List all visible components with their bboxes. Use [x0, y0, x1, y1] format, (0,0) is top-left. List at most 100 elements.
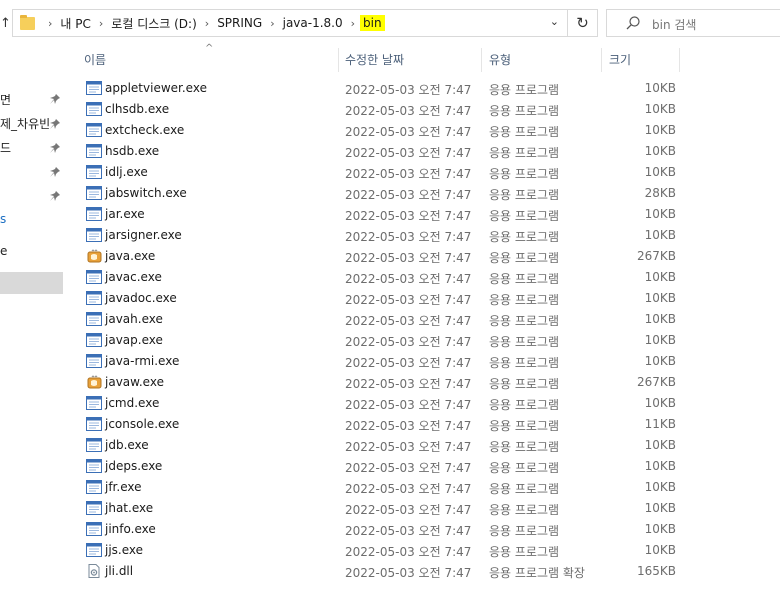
- file-date: 2022-05-03 오전 7:47: [345, 461, 472, 475]
- table-row[interactable]: jli.dll 2022-05-03 오전 7:47 응용 프로그램 확장 165KB: [0, 561, 780, 582]
- file-name: jabswitch.exe: [105, 186, 187, 200]
- file-name: javap.exe: [105, 333, 163, 347]
- table-row[interactable]: javaw.exe 2022-05-03 오전 7:47 응용 프로그램 267KB: [0, 372, 780, 393]
- table-row[interactable]: java.exe 2022-05-03 오전 7:47 응용 프로그램 267KB: [0, 246, 780, 267]
- file-date: 2022-05-03 오전 7:47: [345, 104, 472, 118]
- column-header: 이름 ^ 수정한 날짜 유형 크기: [78, 43, 780, 72]
- file-date: 2022-05-03 오전 7:47: [345, 440, 472, 454]
- chevron-right-icon[interactable]: ›: [94, 17, 108, 30]
- column-date[interactable]: 수정한 날짜: [345, 51, 404, 68]
- breadcrumb-java-1-8-0[interactable]: java-1.8.0: [280, 16, 346, 30]
- column-size[interactable]: 크기: [609, 51, 631, 68]
- file-type: 응용 프로그램: [489, 188, 560, 202]
- file-name: jfr.exe: [105, 480, 142, 494]
- file-size: 10KB: [644, 228, 676, 242]
- file-name: jjs.exe: [105, 543, 144, 557]
- file-type: 응용 프로그램: [489, 377, 560, 391]
- exe-window-icon: [86, 186, 102, 200]
- chevron-right-icon[interactable]: ›: [346, 17, 360, 30]
- file-type: 응용 프로그램: [489, 167, 560, 181]
- file-size: 10KB: [644, 291, 676, 305]
- file-name: jdb.exe: [105, 438, 149, 452]
- exe-window-icon: [86, 291, 102, 305]
- table-row[interactable]: jdb.exe 2022-05-03 오전 7:47 응용 프로그램 10KB: [0, 435, 780, 456]
- exe-window-icon: [86, 396, 102, 410]
- exe-window-icon: [86, 459, 102, 473]
- file-type: 응용 프로그램: [489, 125, 560, 139]
- chevron-right-icon[interactable]: ›: [265, 17, 279, 30]
- table-row[interactable]: javap.exe 2022-05-03 오전 7:47 응용 프로그램 10KB: [0, 330, 780, 351]
- breadcrumb-bin[interactable]: bin: [360, 15, 385, 31]
- exe-window-icon: [86, 438, 102, 452]
- exe-window-icon: [86, 144, 102, 158]
- file-type: 응용 프로그램: [489, 293, 560, 307]
- file-date: 2022-05-03 오전 7:47: [345, 419, 472, 433]
- table-row[interactable]: jcmd.exe 2022-05-03 오전 7:47 응용 프로그램 10KB: [0, 393, 780, 414]
- column-divider[interactable]: [481, 48, 482, 72]
- table-row[interactable]: javadoc.exe 2022-05-03 오전 7:47 응용 프로그램 10KB: [0, 288, 780, 309]
- file-type: 응용 프로그램: [489, 230, 560, 244]
- column-divider[interactable]: [679, 48, 680, 72]
- table-row[interactable]: idlj.exe 2022-05-03 오전 7:47 응용 프로그램 10KB: [0, 162, 780, 183]
- column-divider[interactable]: [338, 48, 339, 72]
- table-row[interactable]: jhat.exe 2022-05-03 오전 7:47 응용 프로그램 10KB: [0, 498, 780, 519]
- chevron-down-icon[interactable]: ⌄: [550, 15, 559, 28]
- file-name: javaw.exe: [105, 375, 164, 389]
- file-name: extcheck.exe: [105, 123, 185, 137]
- breadcrumb-spring[interactable]: SPRING: [214, 16, 265, 30]
- table-row[interactable]: jabswitch.exe 2022-05-03 오전 7:47 응용 프로그램 28…: [0, 183, 780, 204]
- file-size: 10KB: [644, 312, 676, 326]
- chevron-right-icon[interactable]: ›: [200, 17, 214, 30]
- table-row[interactable]: extcheck.exe 2022-05-03 오전 7:47 응용 프로그램 10K…: [0, 120, 780, 141]
- table-row[interactable]: javah.exe 2022-05-03 오전 7:47 응용 프로그램 10KB: [0, 309, 780, 330]
- file-name: clhsdb.exe: [105, 102, 170, 116]
- file-size: 10KB: [644, 102, 676, 116]
- refresh-button[interactable]: ↻: [568, 9, 598, 37]
- chevron-right-icon[interactable]: ›: [43, 17, 57, 30]
- table-row[interactable]: jar.exe 2022-05-03 오전 7:47 응용 프로그램 10KB: [0, 204, 780, 225]
- file-date: 2022-05-03 오전 7:47: [345, 83, 472, 97]
- table-row[interactable]: javac.exe 2022-05-03 오전 7:47 응용 프로그램 10KB: [0, 267, 780, 288]
- table-row[interactable]: jarsigner.exe 2022-05-03 오전 7:47 응용 프로그램 10…: [0, 225, 780, 246]
- table-row[interactable]: hsdb.exe 2022-05-03 오전 7:47 응용 프로그램 10KB: [0, 141, 780, 162]
- search-box[interactable]: bin 검색: [606, 9, 780, 37]
- table-row[interactable]: jinfo.exe 2022-05-03 오전 7:47 응용 프로그램 10KB: [0, 519, 780, 540]
- file-size: 267KB: [636, 249, 676, 263]
- file-date: 2022-05-03 오전 7:47: [345, 230, 472, 244]
- file-date: 2022-05-03 오전 7:47: [345, 314, 472, 328]
- table-row[interactable]: java-rmi.exe 2022-05-03 오전 7:47 응용 프로그램 10K…: [0, 351, 780, 372]
- column-type[interactable]: 유형: [489, 51, 511, 68]
- file-type: 응용 프로그램: [489, 419, 560, 433]
- table-row[interactable]: jjs.exe 2022-05-03 오전 7:47 응용 프로그램 10KB: [0, 540, 780, 561]
- exe-window-icon: [86, 102, 102, 116]
- file-date: 2022-05-03 오전 7:47: [345, 335, 472, 349]
- exe-window-icon: [86, 480, 102, 494]
- file-type: 응용 프로그램: [489, 440, 560, 454]
- up-arrow-icon[interactable]: ↑: [0, 16, 11, 31]
- folder-icon: [20, 15, 35, 30]
- file-name: jli.dll: [105, 564, 134, 578]
- table-row[interactable]: clhsdb.exe 2022-05-03 오전 7:47 응용 프로그램 10KB: [0, 99, 780, 120]
- refresh-icon: ↻: [576, 14, 589, 32]
- table-row[interactable]: jfr.exe 2022-05-03 오전 7:47 응용 프로그램 10KB: [0, 477, 780, 498]
- exe-window-icon: [86, 81, 102, 95]
- search-input[interactable]: bin 검색: [652, 16, 696, 33]
- column-divider[interactable]: [601, 48, 602, 72]
- file-name: jarsigner.exe: [105, 228, 182, 242]
- exe-window-icon: [86, 207, 102, 221]
- address-toolbar: ↑ › 내 PC › 로컬 디스크 (D:) › SPRING › java-1…: [0, 0, 780, 48]
- file-date: 2022-05-03 오전 7:47: [345, 545, 472, 559]
- address-bar[interactable]: › 내 PC › 로컬 디스크 (D:) › SPRING › java-1.8…: [12, 9, 568, 37]
- file-size: 28KB: [644, 186, 676, 200]
- table-row[interactable]: jconsole.exe 2022-05-03 오전 7:47 응용 프로그램 11K…: [0, 414, 780, 435]
- table-row[interactable]: jdeps.exe 2022-05-03 오전 7:47 응용 프로그램 10KB: [0, 456, 780, 477]
- file-size: 10KB: [644, 438, 676, 452]
- table-row[interactable]: appletviewer.exe 2022-05-03 오전 7:47 응용 프로그…: [0, 78, 780, 99]
- exe-window-icon: [86, 543, 102, 557]
- file-size: 10KB: [644, 501, 676, 515]
- breadcrumb-this-pc[interactable]: 내 PC: [57, 15, 93, 32]
- file-name: javac.exe: [105, 270, 162, 284]
- column-name[interactable]: 이름: [84, 51, 106, 68]
- exe-window-icon: [86, 333, 102, 347]
- breadcrumb-local-disk-d[interactable]: 로컬 디스크 (D:): [108, 15, 199, 32]
